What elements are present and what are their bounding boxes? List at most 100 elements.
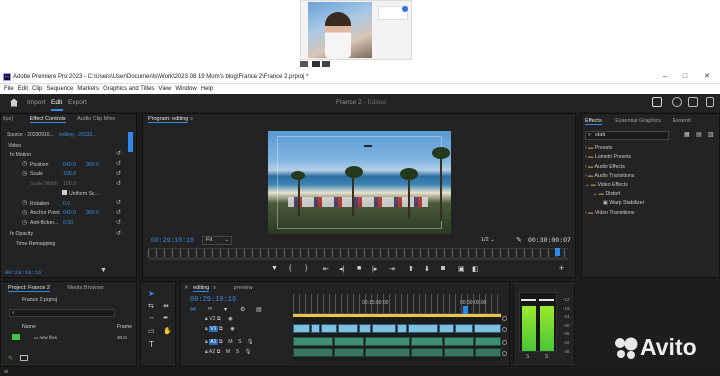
track-header-a1[interactable]: 🔒︎ A1 ⧉ M S 🎙︎ — [205, 338, 254, 348]
lock-icon[interactable]: 🔒︎ — [205, 349, 208, 355]
reset-icon[interactable]: ↺ — [116, 170, 121, 177]
track-header-a2[interactable]: 🔒︎ A2 ⧉ M S 🎙︎ — [205, 348, 251, 358]
reset-icon[interactable]: ↺ — [116, 199, 121, 206]
tab-media-browser[interactable]: Media Browser — [67, 285, 104, 291]
scroll-handle[interactable] — [502, 327, 507, 332]
workspace-icon[interactable] — [652, 97, 662, 107]
filter-icon[interactable]: ▼ — [100, 267, 107, 274]
tab-effect-controls[interactable]: Effect Controls — [29, 116, 66, 123]
project-search-input[interactable]: ⌕ — [9, 309, 115, 317]
program-video-frame[interactable] — [268, 131, 451, 234]
mini-thumbnail[interactable] — [322, 61, 330, 67]
stopwatch-icon[interactable]: ◷ — [22, 219, 27, 226]
pen-tool-icon[interactable]: ✒ — [163, 314, 169, 322]
audio-clip[interactable] — [293, 337, 333, 346]
audio-clip[interactable] — [334, 337, 364, 346]
tab-audio-clip-mixer[interactable]: Audio Clip Mixe — [77, 116, 115, 122]
fullscreen-icon[interactable] — [706, 97, 714, 107]
linked-selection-icon[interactable]: ∞ — [208, 306, 212, 312]
program-zoom-bar[interactable] — [148, 257, 568, 260]
lock-icon[interactable]: 🔒︎ — [205, 326, 208, 332]
project-col-name[interactable]: Name — [22, 323, 36, 333]
video-clip[interactable] — [439, 324, 454, 333]
video-clip[interactable] — [338, 324, 358, 333]
ec-timeline-clip[interactable] — [128, 132, 133, 152]
reset-icon[interactable]: ↺ — [116, 219, 121, 226]
ec-antiflicker-value[interactable]: 0.00 — [63, 219, 73, 229]
sync-lock-icon[interactable]: ⧉ — [219, 339, 223, 345]
menu-clip[interactable]: Clip — [32, 86, 42, 92]
uniform-scale-checkbox[interactable] — [62, 190, 67, 195]
add-button-icon[interactable]: + — [559, 263, 564, 273]
scroll-handle[interactable] — [502, 351, 507, 356]
mute-button[interactable]: M — [228, 339, 232, 345]
step-forward-icon[interactable]: |▸ — [372, 265, 377, 273]
ec-position-y[interactable]: 360.0 — [86, 161, 99, 171]
menu-markers[interactable]: Markers — [77, 86, 99, 92]
audio-clip[interactable] — [411, 348, 443, 357]
sync-lock-icon[interactable]: ⧉ — [217, 316, 221, 322]
hand-tool-icon[interactable]: ✋ — [163, 327, 172, 335]
ripple-edit-icon[interactable]: ⇹ — [163, 302, 169, 310]
ec-row-scale[interactable]: Scale 100.0 — [30, 170, 76, 180]
ec-scale-value[interactable]: 100.0 — [63, 170, 76, 180]
tab-effects[interactable]: Effects — [585, 118, 602, 125]
project-item[interactable]: ▭ new files — [34, 333, 57, 343]
audio-clip[interactable] — [411, 337, 443, 346]
audio-clip[interactable] — [444, 337, 474, 346]
video-clip[interactable] — [372, 324, 396, 333]
stopwatch-icon[interactable]: ◷ — [22, 209, 27, 216]
sync-lock-icon[interactable]: ⧉ — [219, 326, 223, 332]
stopwatch-icon[interactable]: ◷ — [22, 199, 27, 206]
solo-right[interactable]: S — [545, 354, 548, 360]
ec-anchor-x[interactable]: 640.0 — [63, 209, 76, 219]
menu-edit[interactable]: Edit — [18, 86, 28, 92]
pencil-icon[interactable]: ✎ — [8, 355, 13, 362]
video-clip[interactable] — [397, 324, 407, 333]
panel-menu-icon[interactable]: ≡ — [190, 116, 193, 122]
close-icon[interactable]: ✕ — [184, 285, 189, 291]
reset-icon[interactable]: ↺ — [116, 150, 121, 157]
lift-icon[interactable]: ⬆ — [408, 265, 414, 273]
tab-sequence-editing[interactable]: editing — [193, 285, 210, 292]
snap-icon[interactable]: ⋈ — [190, 306, 196, 313]
home-icon[interactable] — [9, 98, 19, 107]
audio-clip[interactable] — [334, 348, 364, 357]
notifications-icon[interactable] — [688, 97, 698, 107]
video-clip[interactable] — [474, 324, 501, 333]
mark-in-icon[interactable]: { — [289, 265, 291, 272]
wrench-icon[interactable]: ✎ — [516, 236, 522, 244]
effects-item-lumetri-presets[interactable]: › ▬ Lumetri Presets — [585, 153, 631, 163]
add-marker-icon[interactable]: ▾ — [224, 306, 227, 313]
tab-sequence-preview[interactable]: preview — [234, 285, 253, 291]
stopwatch-icon[interactable]: ◷ — [22, 160, 27, 167]
solo-button[interactable]: S — [236, 349, 239, 355]
audio-clip[interactable] — [365, 337, 410, 346]
panel-menu-icon[interactable]: ≡ — [213, 285, 216, 291]
go-to-out-icon[interactable]: ⇥ — [389, 265, 395, 273]
reset-icon[interactable]: ↺ — [116, 160, 121, 167]
track-header-v2[interactable]: 🔒︎ V2 ⧉ ◉ — [205, 315, 233, 325]
tab-essential-graphics[interactable]: Essential Graphics — [615, 118, 661, 124]
32bit-effects-icon[interactable]: ▤ — [696, 131, 702, 138]
solo-left[interactable]: S — [526, 354, 529, 360]
effects-item-video-transitions[interactable]: › ▬ Video Transitions — [585, 209, 635, 219]
status-icon[interactable]: ⊙ — [4, 369, 8, 375]
audio-clip[interactable] — [475, 337, 501, 346]
sequence-clip-name[interactable]: editing - 20230... — [59, 132, 96, 138]
audio-clip[interactable] — [365, 348, 410, 357]
menu-help[interactable]: Help — [201, 86, 213, 92]
video-clip[interactable] — [359, 324, 371, 333]
type-tool-icon[interactable]: T — [149, 340, 154, 349]
scroll-handle[interactable] — [502, 340, 507, 345]
source-clip-name[interactable]: Source - 20230910... — [7, 132, 54, 138]
mic-icon[interactable]: 🎙︎ — [247, 339, 254, 345]
menu-graphics-titles[interactable]: Graphics and Titles — [103, 86, 154, 92]
reset-icon[interactable]: ↺ — [116, 230, 121, 237]
audio-clip[interactable] — [475, 348, 501, 357]
video-clip[interactable] — [455, 324, 473, 333]
tab-project[interactable]: Project: France 2 — [8, 285, 50, 292]
marker-icon[interactable]: ▼ — [271, 265, 278, 272]
extract-icon[interactable]: ⬇ — [424, 265, 430, 273]
tab-source-clips[interactable]: lips) — [3, 116, 13, 122]
